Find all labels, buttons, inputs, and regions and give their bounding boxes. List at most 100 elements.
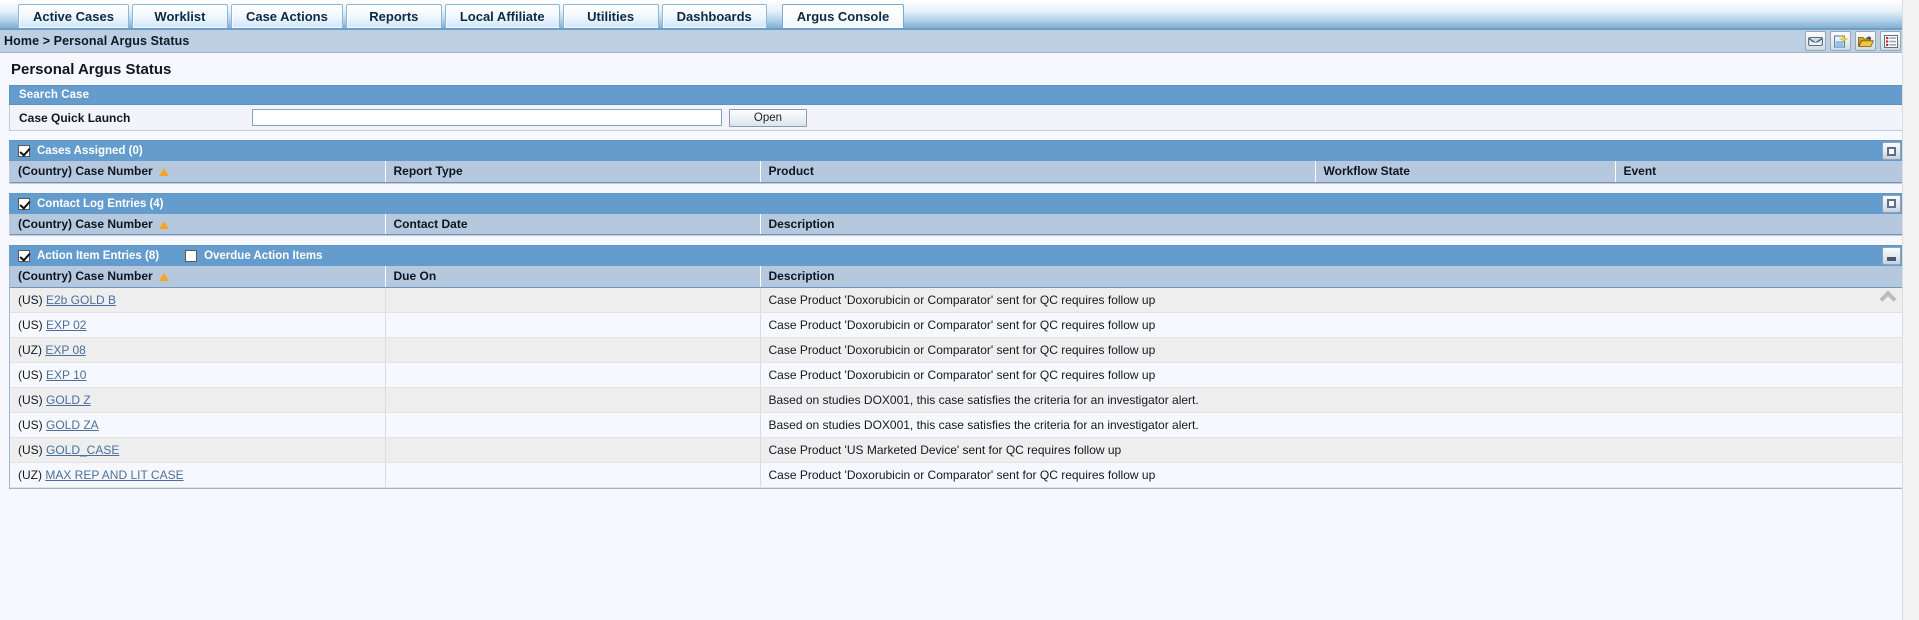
tab-active-cases[interactable]: Active Cases bbox=[18, 4, 129, 28]
minimize-icon bbox=[1887, 256, 1896, 261]
open-button[interactable]: Open bbox=[729, 108, 807, 127]
table-header-row: (Country) Case Number Due On Description bbox=[10, 266, 1904, 288]
cell-description: Case Product 'US Marketed Device' sent f… bbox=[760, 437, 1904, 463]
cell-due-on bbox=[385, 412, 761, 438]
overdue-action-items-checkbox[interactable] bbox=[185, 250, 198, 262]
column-header-label: Description bbox=[768, 216, 835, 231]
cases-assigned-checkbox[interactable] bbox=[18, 145, 30, 157]
action-items-minimize-button[interactable] bbox=[1882, 247, 1901, 265]
column-header-report-type[interactable]: Report Type bbox=[385, 161, 761, 183]
column-header-country-case-number[interactable]: (Country) Case Number bbox=[10, 161, 386, 183]
contact-log-checkbox[interactable] bbox=[18, 197, 30, 210]
tab-argus-console[interactable]: Argus Console bbox=[781, 4, 905, 28]
case-number-link[interactable]: GOLD_CASE bbox=[46, 443, 119, 457]
column-header-label: Report Type bbox=[393, 164, 463, 179]
case-quick-launch-label: Case Quick Launch bbox=[19, 110, 131, 125]
action-items-header: Action Item Entries (8) Overdue Action I… bbox=[9, 245, 1905, 266]
tab-reports[interactable]: Reports bbox=[345, 4, 442, 28]
search-case-panel: Search Case Case Quick Launch Open bbox=[9, 85, 1905, 131]
column-header-label: (Country) Case Number bbox=[18, 164, 153, 179]
case-number-link[interactable]: GOLD ZA bbox=[46, 418, 99, 432]
case-country: (UZ) bbox=[18, 467, 46, 482]
column-header-description[interactable]: Description bbox=[760, 266, 1904, 288]
contact-log-panel: Contact Log Entries (4) (Country) Case N… bbox=[9, 192, 1905, 236]
cases-assigned-maximize-button[interactable] bbox=[1882, 142, 1901, 160]
open-folder-icon bbox=[1857, 35, 1874, 47]
case-number-link[interactable]: MAX REP AND LIT CASE bbox=[45, 468, 183, 482]
table-header-row: (Country) Case Number Contact Date Descrip… bbox=[10, 213, 1904, 235]
cell-due-on bbox=[385, 362, 761, 388]
cell-due-on bbox=[385, 337, 761, 363]
cell-description: Based on studies DOX001, this case satis… bbox=[760, 387, 1904, 413]
cases-assigned-panel: Cases Assigned (0) (Country) Case Number… bbox=[9, 140, 1905, 184]
column-header-country-case-number[interactable]: (Country) Case Number bbox=[10, 266, 386, 288]
column-header-contact-date[interactable]: Contact Date bbox=[385, 213, 761, 235]
cases-assigned-grid-wrap: (Country) Case Number Report Type Product W… bbox=[9, 161, 1905, 184]
tab-worklist[interactable]: Worklist bbox=[131, 4, 228, 28]
breadcrumb: Home > Personal Argus Status bbox=[4, 34, 190, 48]
case-country: (US) bbox=[18, 442, 46, 457]
tab-utilities[interactable]: Utilities bbox=[562, 4, 659, 28]
overdue-action-items-label: Overdue Action Items bbox=[204, 250, 323, 262]
case-number-link[interactable]: GOLD Z bbox=[46, 393, 91, 407]
cell-description: Based on studies DOX001, this case satis… bbox=[760, 412, 1904, 438]
search-case-header: Search Case bbox=[9, 85, 1905, 105]
cell-due-on bbox=[385, 312, 761, 338]
contact-log-header: Contact Log Entries (4) bbox=[9, 192, 1905, 214]
action-items-title: Action Item Entries (8) bbox=[37, 250, 160, 262]
page-vertical-scrollbar[interactable] bbox=[1902, 0, 1919, 620]
main-tab-bar: Active Cases Worklist Case Actions Reports L… bbox=[0, 0, 1919, 30]
cell-description: Case Product 'Doxorubicin or Comparator'… bbox=[760, 462, 1904, 488]
tab-dashboards[interactable]: Dashboards bbox=[661, 4, 767, 28]
case-country: (US) bbox=[18, 417, 46, 432]
tab-local-affiliate[interactable]: Local Affiliate bbox=[444, 4, 560, 28]
column-header-workflow-state[interactable]: Workflow State bbox=[1315, 161, 1616, 183]
report-list-icon bbox=[1883, 34, 1898, 48]
cell-description: Case Product 'Doxorubicin or Comparator'… bbox=[760, 287, 1904, 313]
open-folder-icon-button[interactable] bbox=[1855, 31, 1876, 51]
column-header-country-case-number[interactable]: (Country) Case Number bbox=[10, 213, 386, 235]
cases-assigned-header: Cases Assigned (0) bbox=[9, 140, 1905, 161]
column-header-label: Workflow State bbox=[1323, 164, 1410, 179]
cell-case-number: (US) E2b GOLD B bbox=[10, 287, 386, 313]
page-content: Search Case Case Quick Launch Open Cases… bbox=[0, 85, 1919, 620]
cell-due-on bbox=[385, 287, 761, 313]
mail-icon-button[interactable] bbox=[1805, 31, 1826, 51]
column-header-label: Due On bbox=[393, 269, 437, 284]
sort-ascending-icon bbox=[158, 220, 169, 229]
mail-icon bbox=[1808, 37, 1823, 46]
contact-log-table: (Country) Case Number Contact Date Descrip… bbox=[10, 213, 1904, 235]
action-items-grid-wrap: (Country) Case Number Due On Description (… bbox=[9, 266, 1905, 489]
new-page-icon-button[interactable] bbox=[1830, 31, 1851, 51]
search-case-title: Search Case bbox=[19, 89, 90, 101]
table-row: (US) GOLD_CASE Case Product 'US Marketed … bbox=[10, 437, 1904, 463]
contact-log-maximize-button[interactable] bbox=[1882, 194, 1901, 213]
case-number-link[interactable]: EXP 10 bbox=[46, 368, 86, 382]
cell-description: Case Product 'Doxorubicin or Comparator'… bbox=[760, 312, 1904, 338]
action-items-checkbox[interactable] bbox=[18, 250, 30, 262]
breadcrumb-bar: Home > Personal Argus Status bbox=[0, 30, 1919, 53]
case-country: (US) bbox=[18, 292, 46, 307]
column-header-label: Contact Date bbox=[393, 216, 468, 231]
case-number-link[interactable]: EXP 08 bbox=[45, 343, 85, 357]
case-number-link[interactable]: EXP 02 bbox=[46, 318, 86, 332]
sort-ascending-icon bbox=[158, 168, 169, 177]
cell-case-number: (US) EXP 10 bbox=[10, 362, 386, 388]
case-number-link[interactable]: E2b GOLD B bbox=[46, 293, 116, 307]
case-country: (US) bbox=[18, 317, 46, 332]
search-case-body: Case Quick Launch Open bbox=[9, 105, 1905, 131]
action-items-table: (Country) Case Number Due On Description (… bbox=[10, 266, 1904, 488]
scroll-up-button[interactable] bbox=[1880, 290, 1898, 302]
cell-due-on bbox=[385, 462, 761, 488]
column-header-description[interactable]: Description bbox=[760, 213, 1904, 235]
case-quick-launch-input[interactable] bbox=[252, 109, 722, 126]
overdue-action-items-group: Overdue Action Items bbox=[185, 250, 323, 262]
cell-case-number: (US) GOLD_CASE bbox=[10, 437, 386, 463]
column-header-due-on[interactable]: Due On bbox=[385, 266, 761, 288]
report-list-icon-button[interactable] bbox=[1880, 31, 1901, 51]
column-header-event[interactable]: Event bbox=[1615, 161, 1904, 183]
tab-case-actions[interactable]: Case Actions bbox=[230, 4, 343, 28]
column-header-product[interactable]: Product bbox=[760, 161, 1316, 183]
page-title: Personal Argus Status bbox=[11, 60, 172, 78]
cell-due-on bbox=[385, 387, 761, 413]
